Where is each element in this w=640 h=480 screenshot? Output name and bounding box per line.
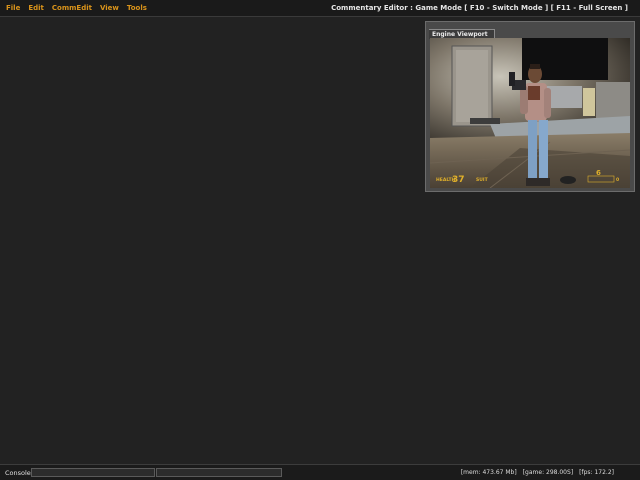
menu-commedit[interactable]: CommEdit [52,4,92,13]
status-bar: Console [mem: 473.67 Mb] [game: 298.00S]… [0,464,640,480]
fps-readout: [fps: 172.2] [579,469,614,476]
engine-viewport-render[interactable]: HEALTH 37 SUIT 6 0 [430,38,630,188]
menu-edit[interactable]: Edit [28,4,44,13]
console-input[interactable] [31,468,155,477]
game-time-readout: [game: 298.00S] [522,469,574,476]
menu-tools[interactable]: Tools [127,4,147,13]
commentary-editor-window: File Edit CommEdit View Tools Commentary… [0,0,640,480]
hud-health-value: 37 [452,175,465,185]
console-output-field[interactable] [156,468,282,477]
menu-items: File Edit CommEdit View Tools [6,4,147,13]
game-scene-image: HEALTH 37 SUIT 6 0 [430,38,630,188]
hud-suit-label: SUIT [476,177,489,183]
mem-readout: [mem: 473.67 Mb] [460,469,517,476]
editor-mode-title: Commentary Editor : Game Mode [ F10 - Sw… [331,4,628,12]
engine-viewport-panel[interactable]: Engine Viewport HEALTH 37 SUIT 6 0 [425,21,635,192]
status-stats: [mem: 473.67 Mb] [game: 298.00S] [fps: 1… [461,469,614,477]
menu-view[interactable]: View [100,4,119,13]
console-label: Console [5,469,31,477]
hud-ammo-reserve: 0 [616,177,619,183]
menu-bar: File Edit CommEdit View Tools Commentary… [0,0,640,17]
menu-file[interactable]: File [6,4,20,13]
